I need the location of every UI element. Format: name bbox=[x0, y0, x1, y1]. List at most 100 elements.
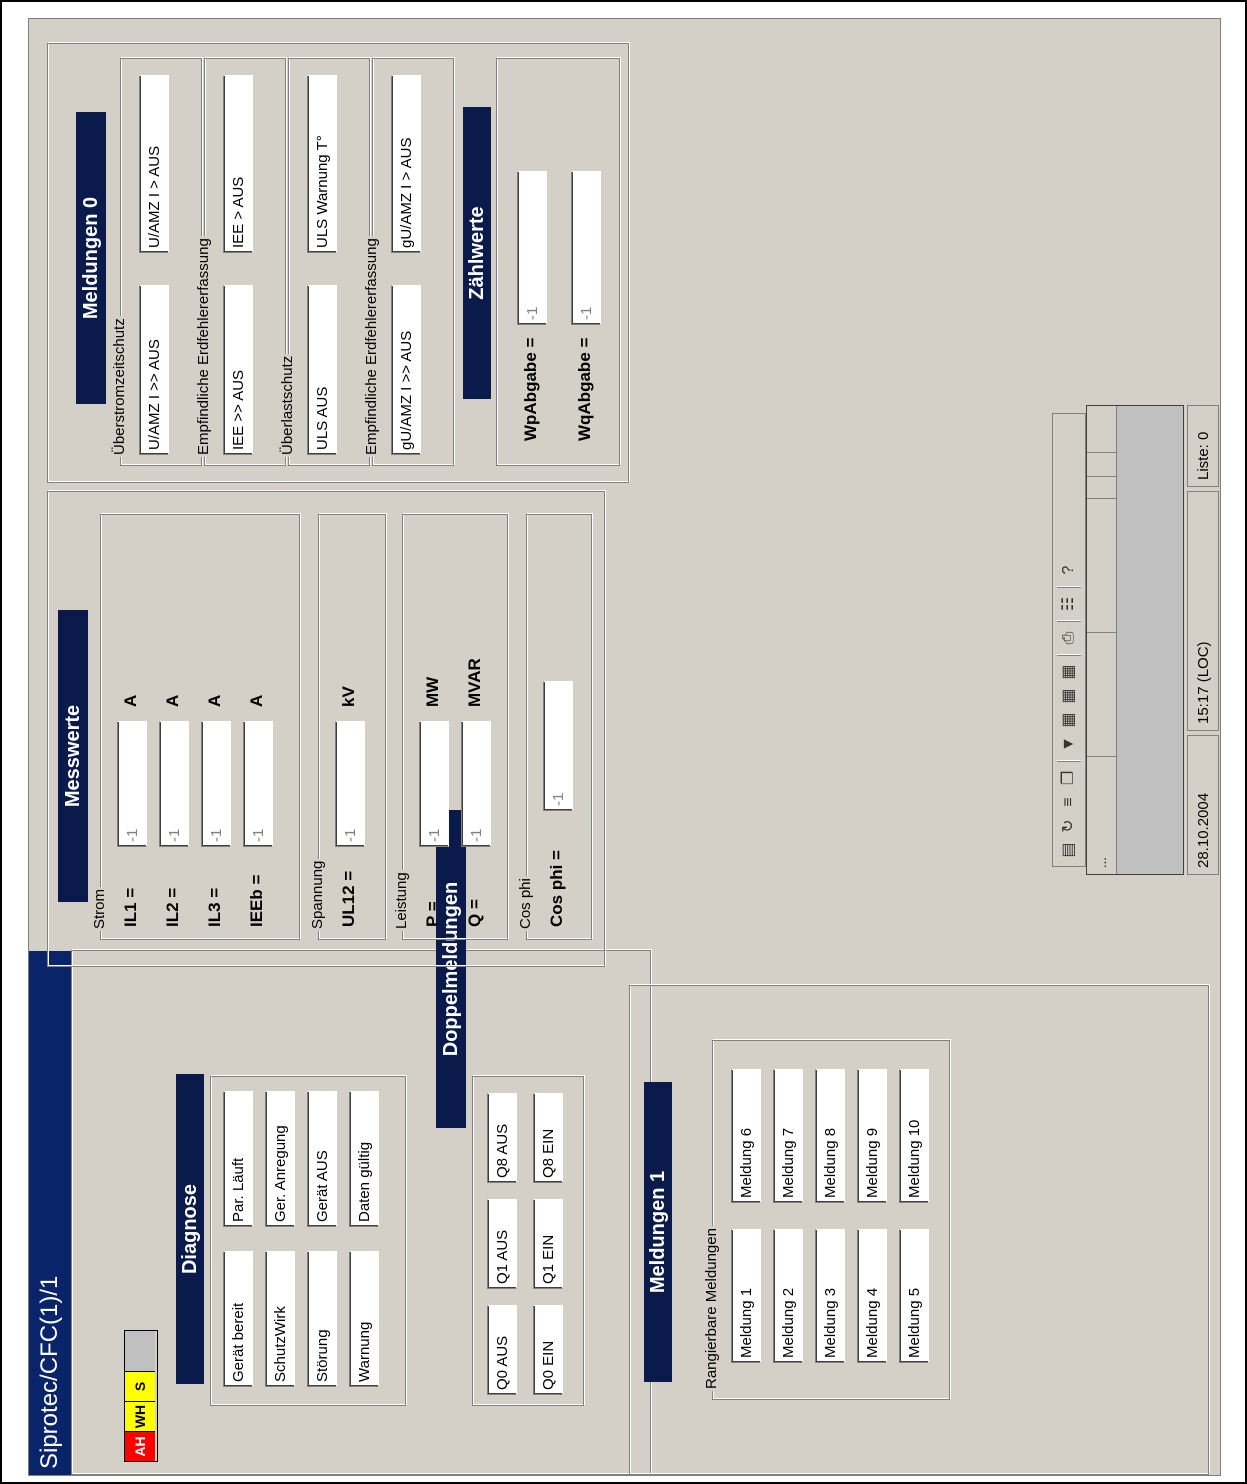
iee-g-aus: IEE > AUS bbox=[223, 75, 253, 253]
spannung-group: Spannung UL12 = -1 kV bbox=[309, 514, 386, 940]
diagnose-panel: AH WH S Diagnose Gerät bereit Par. Läuft… bbox=[71, 810, 651, 1475]
doppel-item-q1-ein: Q1 EIN bbox=[533, 1199, 563, 1289]
list-column-header[interactable]: ... bbox=[1087, 756, 1116, 874]
ueberlastschutz-group: Überlastschutz ULS AUS ULS Warnung T° bbox=[279, 58, 370, 466]
strom-group: Strom IL1 = -1 A IL2 = -1 A IL3 = -1 A I… bbox=[91, 514, 300, 940]
ueberstromzeitschutz-group: Überstromzeitschutz U/AMZ I >> AUS U/AMZ… bbox=[111, 58, 202, 466]
uls-warnung: ULS Warnung T° bbox=[307, 75, 337, 253]
cosphi-label: Cos phi = bbox=[547, 850, 566, 927]
q-value: -1 bbox=[461, 721, 491, 847]
p-label: P = bbox=[423, 901, 442, 927]
meldung-9: Meldung 9 bbox=[857, 1069, 887, 1203]
ul12-label: UL12 = bbox=[339, 870, 358, 927]
list-column-header[interactable] bbox=[1087, 476, 1116, 498]
list-view-icon[interactable]: ▤ bbox=[1058, 840, 1080, 860]
ieeb-label: IEEb = bbox=[247, 874, 266, 927]
led-empty bbox=[125, 1331, 155, 1371]
led-indicators: AH WH S bbox=[124, 1330, 158, 1462]
uamz-i-gg-aus: U/AMZ I >> AUS bbox=[139, 285, 169, 455]
meldung-2: Meldung 2 bbox=[773, 1229, 803, 1363]
diagnose-item-ger-anregung: Ger. Anregung bbox=[265, 1091, 295, 1227]
guamz-i-gg-aus: gU/AMZ I >> AUS bbox=[391, 285, 421, 455]
cosphi-value: -1 bbox=[543, 681, 573, 811]
diagnose-group: Gerät bereit Par. Läuft SchutzWirk Ger. … bbox=[210, 1076, 406, 1406]
uls-aus: ULS AUS bbox=[307, 285, 337, 455]
diagnose-item-par-laeuft: Par. Läuft bbox=[223, 1091, 253, 1227]
il2-value: -1 bbox=[159, 721, 189, 847]
rangierbare-meldungen-label: Rangierbare Meldungen bbox=[703, 1226, 720, 1391]
doppelmeldungen-group: Q0 AUS Q1 AUS Q8 AUS Q0 EIN Q1 EIN Q8 EI… bbox=[472, 1076, 584, 1406]
doppel-item-q8-ein: Q8 EIN bbox=[533, 1093, 563, 1183]
status-time: 15:17 (LOC) bbox=[1187, 491, 1219, 731]
copy-icon[interactable]: ❐ bbox=[1058, 768, 1080, 788]
spannung-label: Spannung bbox=[309, 858, 326, 931]
guamz-i-g-aus: gU/AMZ I > AUS bbox=[391, 75, 421, 253]
q-label: Q = bbox=[465, 899, 484, 927]
il3-unit: A bbox=[205, 694, 224, 707]
export-icon[interactable]: ≡ bbox=[1058, 792, 1080, 812]
doppel-item-q0-aus: Q0 AUS bbox=[487, 1305, 517, 1395]
list-header: ... bbox=[1087, 406, 1117, 874]
ueberstromzeitschutz-label: Überstromzeitschutz bbox=[111, 316, 128, 457]
il1-value: -1 bbox=[117, 721, 147, 847]
list-column-header[interactable] bbox=[1087, 498, 1116, 632]
messwerte-panel: Messwerte Strom IL1 = -1 A IL2 = -1 A IL… bbox=[47, 491, 605, 967]
siprotec-window: Siprotec/CFC(1)/1 AH WH S Diagnose Gerät… bbox=[28, 18, 1221, 1476]
wpabgabe-label: WpAbgabe = bbox=[521, 337, 540, 441]
filter-all-icon[interactable]: ▦ bbox=[1058, 662, 1080, 682]
cosphi-group: Cos phi Cos phi = -1 bbox=[517, 514, 592, 940]
toolbar-separator bbox=[1057, 654, 1081, 656]
meldungen1-header: Meldungen 1 bbox=[644, 1082, 672, 1382]
ul12-value: -1 bbox=[335, 721, 365, 847]
list-column-header[interactable] bbox=[1087, 632, 1116, 756]
meldung-7: Meldung 7 bbox=[773, 1069, 803, 1203]
diagnose-header: Diagnose bbox=[176, 1074, 204, 1384]
doppel-item-q1-aus: Q1 AUS bbox=[487, 1199, 517, 1289]
erdfehler2-label: Empfindliche Erdfehlererfassung bbox=[363, 236, 380, 457]
wqabgabe-label: WqAbgabe = bbox=[575, 337, 594, 441]
erdfehler1-group: Empfindliche Erdfehlererfassung IEE >> A… bbox=[195, 58, 286, 466]
status-list-count: Liste: 0 bbox=[1187, 405, 1219, 487]
meldungen1-panel: Meldungen 1 Rangierbare Meldungen Meldun… bbox=[629, 985, 1209, 1475]
meldung-10: Meldung 10 bbox=[899, 1069, 929, 1203]
list-toolbar: ▤ ↻ ≡ ❐ ▼ ▦ ▦ ▦ ⎙ ☷ ? bbox=[1052, 413, 1086, 867]
wqabgabe-value: -1 bbox=[571, 171, 601, 325]
help-icon[interactable]: ? bbox=[1058, 560, 1080, 580]
ul12-unit: kV bbox=[339, 686, 358, 707]
il2-label: IL2 = bbox=[163, 887, 182, 927]
meldung-8: Meldung 8 bbox=[815, 1069, 845, 1203]
il2-unit: A bbox=[163, 694, 182, 707]
diagnose-item-daten-gueltig: Daten gültig bbox=[349, 1091, 379, 1227]
print-icon[interactable]: ⎙ bbox=[1058, 628, 1080, 648]
il3-value: -1 bbox=[201, 721, 231, 847]
p-value: -1 bbox=[419, 721, 449, 847]
uamz-i-g-aus: U/AMZ I > AUS bbox=[139, 75, 169, 253]
ueberlastschutz-label: Überlastschutz bbox=[279, 353, 296, 457]
zaehlwerte-group: Zählwerte WpAbgabe = -1 WqAbgabe = -1 bbox=[463, 58, 620, 466]
meldung-6: Meldung 6 bbox=[731, 1069, 761, 1203]
ieeb-value: -1 bbox=[243, 721, 273, 847]
columns-icon[interactable]: ☷ bbox=[1058, 594, 1080, 614]
leistung-group: Leistung P = -1 MW Q = -1 MVAR bbox=[393, 514, 508, 940]
message-list[interactable]: ... bbox=[1086, 405, 1184, 875]
meldungen0-header: Meldungen 0 bbox=[76, 112, 106, 404]
toolbar-separator bbox=[1057, 586, 1081, 588]
il1-label: IL1 = bbox=[121, 887, 140, 927]
status-date: 28.10.2004 bbox=[1187, 735, 1219, 875]
diagnose-item-geraet-aus: Gerät AUS bbox=[307, 1091, 337, 1227]
meldung-3: Meldung 3 bbox=[815, 1229, 845, 1363]
filter-icon[interactable]: ▼ bbox=[1058, 734, 1080, 754]
diagnose-item-stoerung: Störung bbox=[307, 1251, 337, 1387]
filter-remove-icon[interactable]: ▦ bbox=[1058, 686, 1080, 706]
erdfehler1-label: Empfindliche Erdfehlererfassung bbox=[195, 236, 212, 457]
led-s: S bbox=[125, 1371, 155, 1401]
meldung-5: Meldung 5 bbox=[899, 1229, 929, 1363]
list-column-header[interactable] bbox=[1087, 452, 1116, 476]
filter-edit-icon[interactable]: ▦ bbox=[1058, 710, 1080, 730]
refresh-icon[interactable]: ↻ bbox=[1058, 816, 1080, 836]
meldung-4: Meldung 4 bbox=[857, 1229, 887, 1363]
il1-unit: A bbox=[121, 694, 140, 707]
window-title[interactable]: Siprotec/CFC(1)/1 bbox=[29, 951, 71, 1475]
led-ah: AH bbox=[125, 1431, 155, 1461]
doppel-item-q8-aus: Q8 AUS bbox=[487, 1093, 517, 1183]
